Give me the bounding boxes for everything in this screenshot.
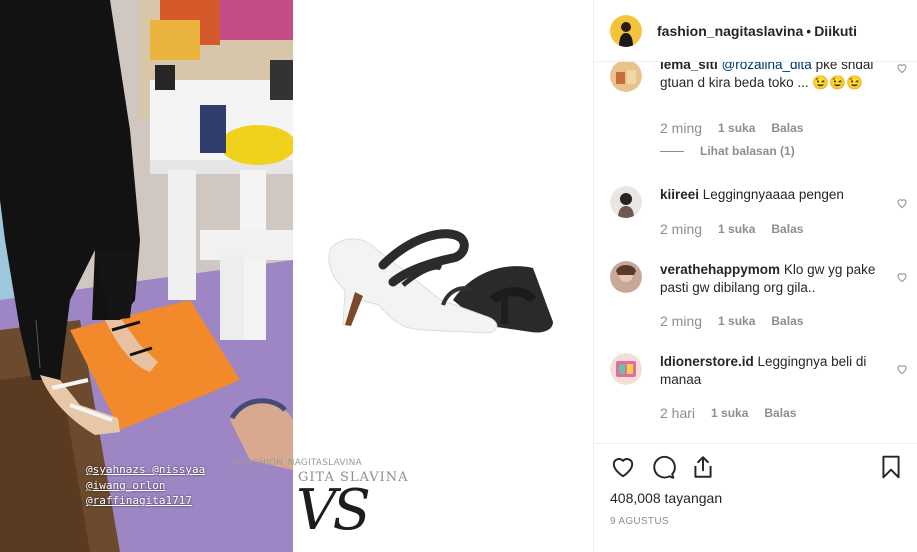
action-bar [610, 454, 902, 484]
reply-button[interactable]: Balas [764, 406, 796, 420]
tag-line[interactable]: @iwang_orlon [86, 478, 205, 494]
comment-content: Leggingnyaaaa pengen [702, 187, 844, 202]
comments-list[interactable]: lema_siti @rozalina_dita pke sndal gtuan… [594, 62, 917, 443]
comment-icon[interactable] [650, 454, 676, 480]
tag-line[interactable]: @raffinagita1717 [86, 493, 205, 509]
follow-status-button[interactable]: Diikuti [814, 23, 857, 39]
comment-time[interactable]: 2 hari [660, 405, 695, 421]
comment-time[interactable]: 2 ming [660, 313, 702, 329]
reply-button[interactable]: Balas [771, 121, 803, 135]
comment-meta: 2 ming 1 suka Balas [660, 120, 803, 136]
video-frame[interactable]: @syahnazs @nissyaa @iwang_orlon @raffina… [0, 0, 293, 552]
reply-button[interactable]: Balas [771, 222, 803, 236]
like-comment-heart-icon[interactable] [896, 363, 908, 375]
comment-likes[interactable]: 1 suka [718, 314, 755, 328]
share-icon[interactable] [690, 454, 716, 480]
view-count-number: 408,008 [610, 490, 661, 506]
comment-likes[interactable]: 1 suka [718, 222, 755, 236]
post-header: fashion_nagitaslavina • Diikuti [594, 0, 917, 62]
post-side-panel: fashion_nagitaslavina • Diikuti lema_sit… [593, 0, 917, 552]
bookmark-icon[interactable] [878, 454, 904, 480]
comment-text: verathehappymom Klo gw yg pake pasti gw … [660, 261, 880, 297]
reply-button[interactable]: Balas [771, 314, 803, 328]
post-footer: 408,008 tayangan 9 AGUSTUS [594, 443, 917, 552]
comment-time[interactable]: 2 ming [660, 120, 702, 136]
avatar[interactable] [610, 14, 642, 47]
comment-text: kiireei Leggingnyaaaa pengen [660, 186, 880, 204]
view-replies-button[interactable]: Lihat balasan (1) [660, 144, 795, 158]
author-username[interactable]: fashion_nagitaslavina [657, 23, 803, 39]
like-comment-heart-icon[interactable] [896, 197, 908, 209]
comment-text: ldionerstore.id Leggingnya beli di manaa [660, 353, 880, 389]
view-count[interactable]: 408,008 tayangan [610, 490, 722, 506]
video-user-tags: @syahnazs @nissyaa @iwang_orlon @raffina… [86, 462, 205, 509]
comment-meta: 2 hari 1 suka Balas [660, 405, 796, 421]
heart-icon[interactable] [610, 454, 636, 480]
comment-username[interactable]: ldionerstore.id [660, 354, 754, 369]
comment-meta: 2 ming 1 suka Balas [660, 313, 803, 329]
tag-line[interactable]: @syahnazs @nissyaa [86, 462, 205, 478]
post-media[interactable]: @syahnazs @nissyaa @iwang_orlon @raffina… [0, 0, 593, 552]
comment-likes[interactable]: 1 suka [711, 406, 748, 420]
view-replies-label: Lihat balasan (1) [700, 144, 795, 158]
comment-likes[interactable]: 1 suka [718, 121, 755, 135]
comment-username[interactable]: kiireei [660, 187, 699, 202]
comment-meta: 2 ming 1 suka Balas [660, 221, 803, 237]
avatar[interactable] [610, 353, 642, 385]
comment-text: lema_siti @rozalina_dita pke sndal gtuan… [660, 62, 880, 92]
avatar[interactable] [610, 261, 642, 293]
comment-mention[interactable]: @rozalina_dita [722, 62, 812, 72]
comment-username[interactable]: lema_siti [660, 62, 718, 72]
vs-logo: VS [296, 478, 371, 543]
like-comment-heart-icon[interactable] [896, 62, 908, 74]
post-date[interactable]: 9 AGUSTUS [610, 516, 669, 527]
avatar[interactable] [610, 186, 642, 218]
header-separator: • [806, 22, 812, 39]
avatar[interactable] [610, 62, 642, 92]
like-comment-heart-icon[interactable] [896, 271, 908, 283]
comment-username[interactable]: verathehappymom [660, 262, 780, 277]
replies-divider [660, 150, 684, 152]
watermark-text: @FASHION_NAGITASLAVINA [233, 458, 362, 468]
view-count-label: tayangan [664, 490, 723, 506]
comment-time[interactable]: 2 ming [660, 221, 702, 237]
